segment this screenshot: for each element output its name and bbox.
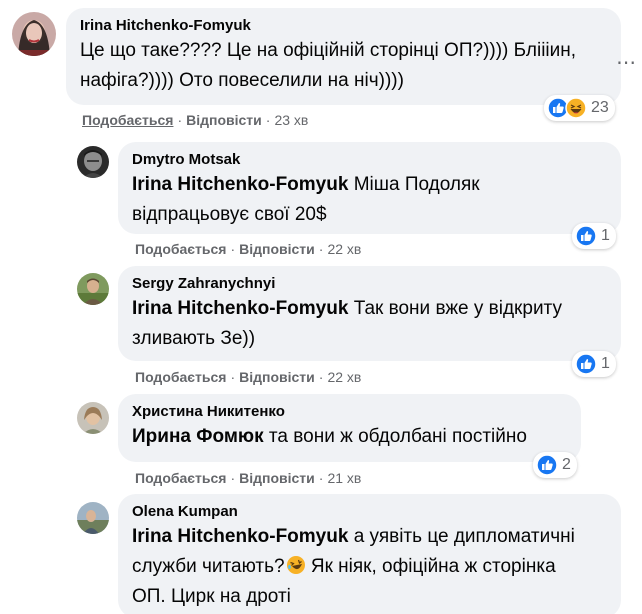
like-icon: [575, 225, 597, 247]
like-button[interactable]: Подобається: [82, 112, 173, 128]
avatar[interactable]: [77, 273, 109, 305]
reply-button[interactable]: Відповісти: [239, 470, 315, 486]
reaction-count: 1: [601, 355, 610, 372]
reaction-count: 2: [562, 456, 571, 473]
comment-author[interactable]: Sergy Zahranychnyi: [132, 274, 609, 294]
timestamp[interactable]: 22 хв: [327, 369, 361, 385]
avatar[interactable]: [12, 12, 56, 56]
comment-actions: Подобається · Відповісти · 22 хв: [135, 241, 362, 257]
timestamp[interactable]: 22 хв: [327, 241, 361, 257]
comment-text: Ирина Фомюк та вони ж обдолбані постійно: [132, 426, 527, 447]
comment-author[interactable]: Христина Никитенко: [132, 402, 569, 422]
timestamp[interactable]: 21 хв: [327, 470, 361, 486]
mention-link[interactable]: Irina Hitchenko-Fomyuk: [132, 526, 348, 547]
comment-bubble: Sergy Zahranychnyi Irina Hitchenko-Fomyu…: [118, 266, 621, 361]
comment-bubble: Olena Kumpan Irina Hitchenko-Fomyuk а уя…: [118, 494, 621, 614]
mention-link[interactable]: Irina Hitchenko-Fomyuk: [132, 298, 348, 319]
reaction-summary[interactable]: 1: [572, 351, 616, 377]
avatar[interactable]: [77, 502, 109, 534]
comment-author[interactable]: Irina Hitchenko-Fomyuk: [80, 16, 609, 36]
comment-bubble: Dmytro Motsak Irina Hitchenko-Fomyuk Міш…: [118, 142, 621, 234]
mention-link[interactable]: Ирина Фомюк: [132, 426, 264, 447]
comment-text: Це що таке???? Це на офіційній сторінці …: [80, 40, 577, 91]
more-options-icon[interactable]: ⋯: [616, 50, 636, 75]
timestamp[interactable]: 23 хв: [274, 112, 308, 128]
haha-icon: [565, 97, 587, 119]
rofl-emoji-icon: [286, 555, 306, 575]
comment-bubble: Irina Hitchenko-Fomyuk Це що таке???? Це…: [66, 8, 621, 105]
mention-link[interactable]: Irina Hitchenko-Fomyuk: [132, 174, 348, 195]
reaction-count: 1: [601, 227, 610, 244]
comment-actions: Подобається · Відповісти · 23 хв: [82, 112, 309, 128]
comment-text: Irina Hitchenko-Fomyuk Так вони вже у ві…: [132, 298, 562, 349]
comment-actions: Подобається · Відповісти · 22 хв: [135, 369, 362, 385]
like-button[interactable]: Подобається: [135, 369, 226, 385]
comment-author[interactable]: Dmytro Motsak: [132, 150, 609, 170]
reaction-summary[interactable]: 23: [544, 95, 615, 121]
like-button[interactable]: Подобається: [135, 470, 226, 486]
reply-button[interactable]: Відповісти: [186, 112, 262, 128]
reaction-summary[interactable]: 1: [572, 223, 616, 249]
reply-button[interactable]: Відповісти: [239, 241, 315, 257]
reply-button[interactable]: Відповісти: [239, 369, 315, 385]
like-icon: [575, 353, 597, 375]
like-button[interactable]: Подобається: [135, 241, 226, 257]
comment-1: Irina Hitchenko-Fomyuk Це що таке???? Це…: [0, 0, 642, 134]
comment-text: Irina Hitchenko-Fomyuk а уявіть це дипло…: [132, 526, 575, 607]
reply-2: Sergy Zahranychnyi Irina Hitchenko-Fomyu…: [0, 262, 642, 392]
comment-bubble: Христина Никитенко Ирина Фомюк та вони ж…: [118, 394, 581, 462]
reply-3: Христина Никитенко Ирина Фомюк та вони ж…: [0, 392, 642, 492]
reply-1: Dmytro Motsak Irina Hitchenko-Fomyuk Міш…: [0, 134, 642, 264]
avatar[interactable]: [77, 146, 109, 178]
avatar[interactable]: [77, 402, 109, 434]
reaction-count: 23: [591, 99, 609, 116]
comment-text: Irina Hitchenko-Fomyuk Міша Подоляк відп…: [132, 174, 480, 225]
comment-actions: Подобається · Відповісти · 21 хв: [135, 470, 362, 486]
reaction-summary[interactable]: 2: [533, 452, 577, 478]
comment-author[interactable]: Olena Kumpan: [132, 502, 609, 522]
reply-4: Olena Kumpan Irina Hitchenko-Fomyuk а уя…: [0, 492, 642, 614]
like-icon: [536, 454, 558, 476]
